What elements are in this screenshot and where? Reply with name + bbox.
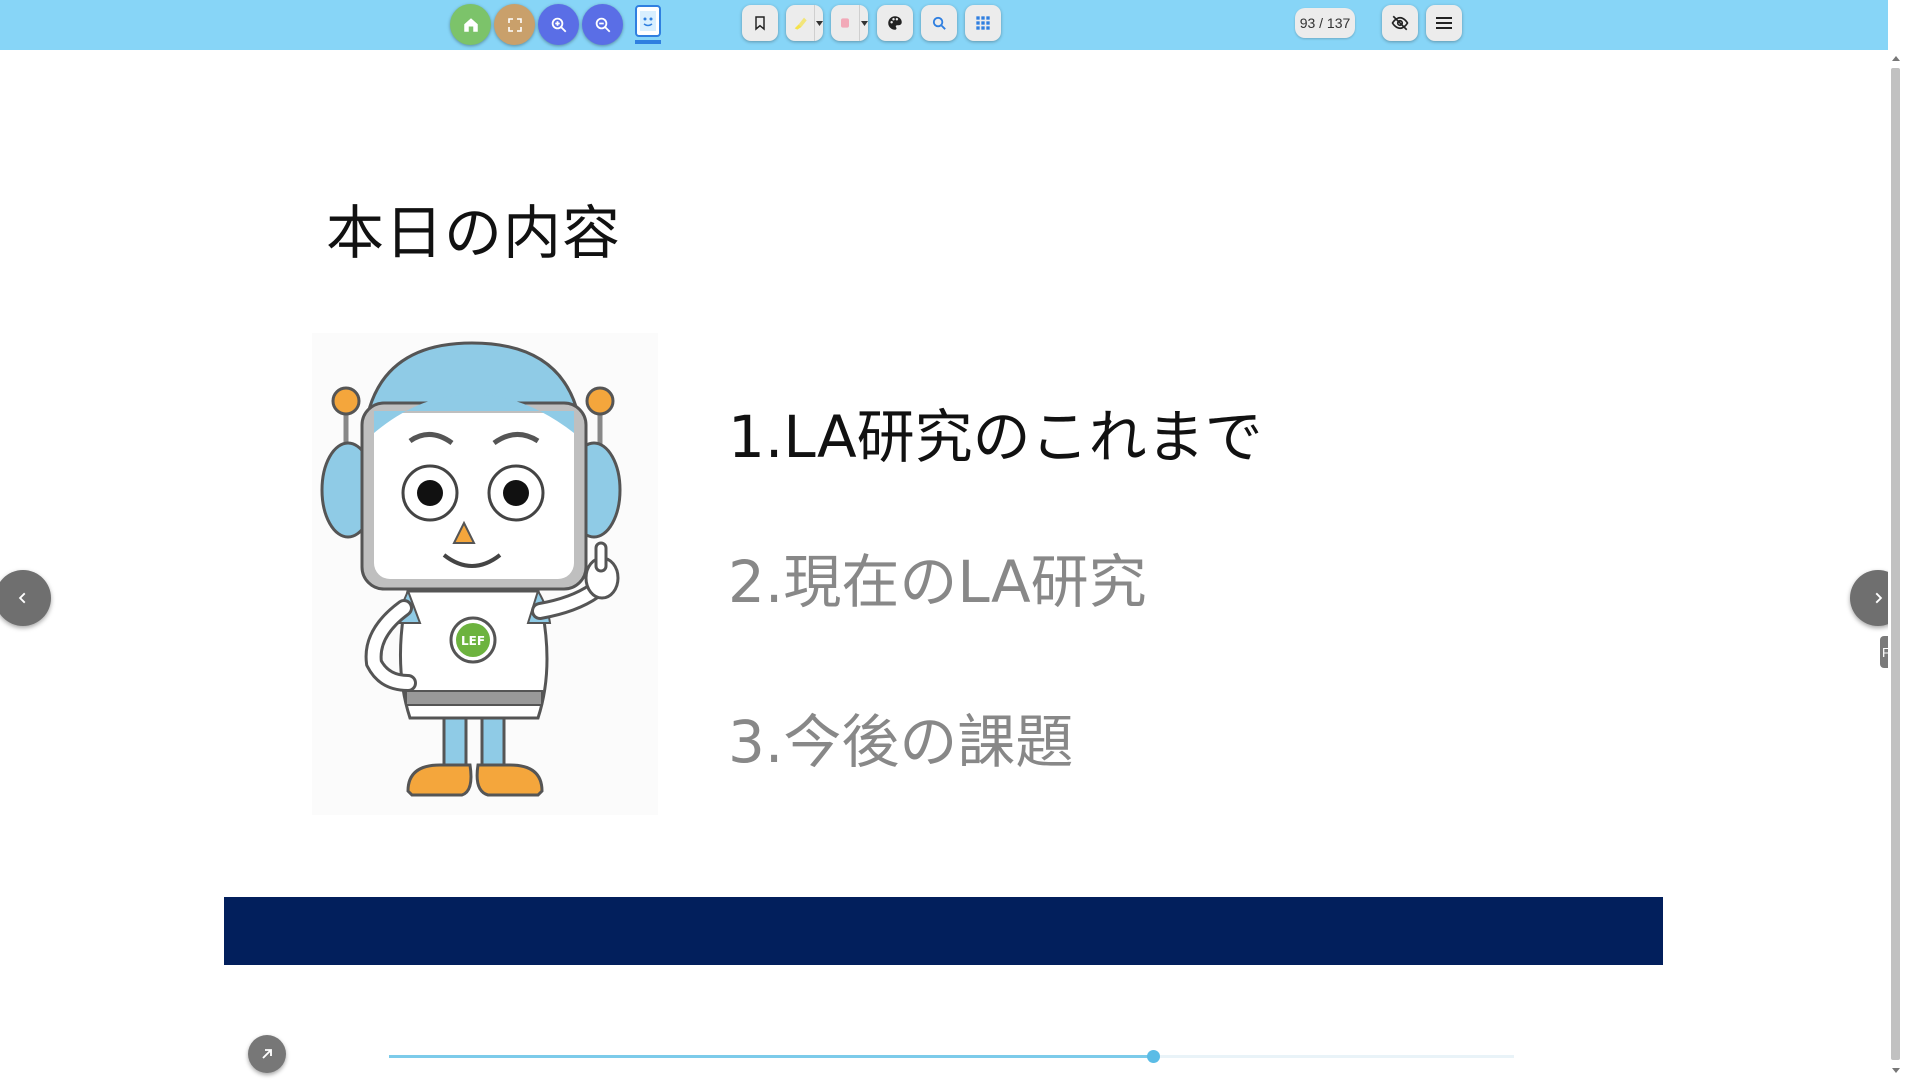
agenda-item-2: 2.現在のLA研究 — [728, 548, 1147, 616]
menu-icon — [1436, 17, 1452, 29]
highlighter-icon — [794, 17, 807, 30]
grid-icon — [976, 16, 990, 30]
dictionary-icon — [635, 5, 661, 44]
bookmark-button[interactable] — [742, 5, 778, 41]
mascot-image: LEF — [312, 333, 658, 815]
previous-page-button[interactable] — [0, 570, 51, 626]
triangle-up-icon — [1892, 55, 1900, 61]
arrow-up-right-icon — [262, 1049, 272, 1059]
page-progress-slider[interactable] — [389, 1050, 1514, 1063]
caret-down-icon — [815, 20, 823, 26]
zoom-out-icon — [595, 17, 610, 32]
search-button[interactable] — [921, 5, 957, 41]
expand-toggle-button[interactable] — [248, 1035, 286, 1073]
slide-title: 本日の内容 — [326, 199, 622, 267]
triangle-down-icon — [1892, 1067, 1900, 1073]
eraser-button[interactable] — [831, 5, 868, 41]
chevron-right-icon — [1875, 592, 1883, 604]
home-icon — [463, 17, 478, 32]
robot-mascot-illustration: LEF — [320, 341, 622, 797]
caret-down-icon — [860, 20, 868, 26]
slide-footer-band — [224, 897, 1663, 965]
eraser-dropdown-caret[interactable] — [859, 5, 868, 41]
hide-toolbar-button[interactable] — [1382, 5, 1418, 41]
palette-button[interactable] — [877, 5, 913, 41]
eye-off-icon — [1391, 15, 1409, 31]
scroll-up-arrow[interactable] — [1888, 50, 1904, 66]
fullscreen-icon — [507, 17, 522, 32]
top-toolbar: 93 / 137 — [0, 0, 1888, 50]
zoom-in-icon — [551, 17, 566, 32]
home-button[interactable] — [450, 4, 491, 45]
menu-button[interactable] — [1426, 5, 1462, 41]
eraser-icon — [841, 18, 849, 28]
chevron-left-icon — [18, 592, 26, 604]
dictionary-button[interactable] — [630, 3, 666, 47]
scrollbar-thumb[interactable] — [1891, 68, 1900, 1060]
agenda-item-3: 3.今後の課題 — [728, 708, 1074, 776]
zoom-out-button[interactable] — [582, 4, 623, 45]
bookmark-icon — [755, 16, 765, 31]
mascot-badge-text: LEF — [461, 634, 485, 648]
thumbnail-grid-button[interactable] — [965, 5, 1001, 41]
page-progress-handle[interactable] — [1146, 1050, 1160, 1063]
palette-icon — [888, 16, 902, 30]
highlighter-button[interactable] — [786, 5, 823, 41]
agenda-item-1: 1.LA研究のこれまで — [728, 403, 1263, 471]
fullscreen-button[interactable] — [494, 4, 535, 45]
search-icon — [932, 16, 946, 30]
zoom-in-button[interactable] — [538, 4, 579, 45]
scroll-down-arrow[interactable] — [1888, 1062, 1904, 1078]
page-progress-fill — [389, 1055, 1153, 1058]
highlighter-dropdown-caret[interactable] — [814, 5, 823, 41]
page-counter: 93 / 137 — [1295, 8, 1355, 38]
